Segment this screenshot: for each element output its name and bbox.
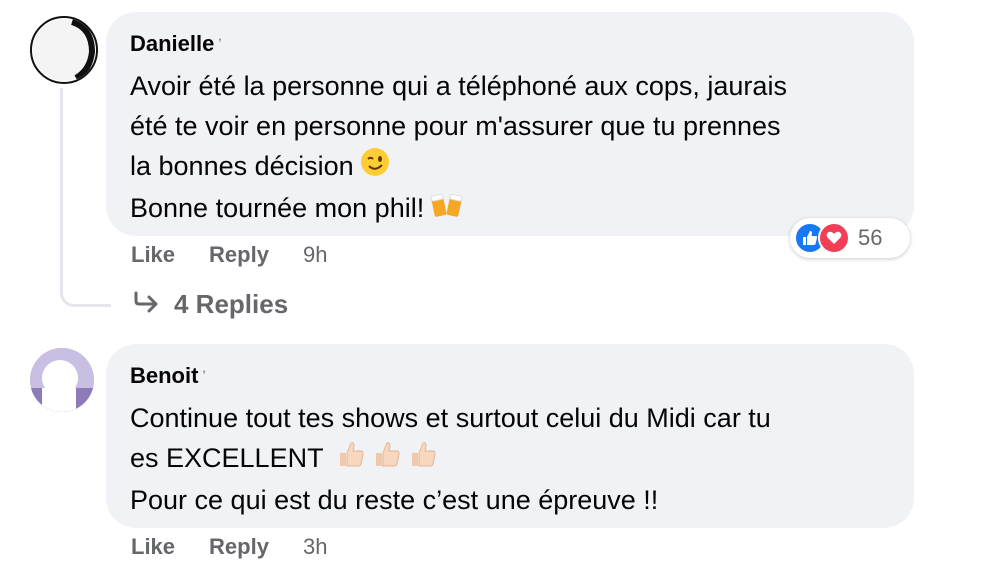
comment-line: Bonne tournée mon phil! [130, 188, 890, 230]
replies-count-label: 4 Replies [174, 289, 289, 319]
comment-actions: Like Reply 3h [131, 534, 327, 560]
thumbs-up-icon [408, 439, 438, 480]
comment-line: Pour ce qui est du reste c’est une épreu… [130, 485, 659, 516]
love-reaction-icon [818, 222, 850, 254]
avatar[interactable] [30, 16, 98, 84]
like-button[interactable]: Like [131, 242, 175, 268]
comment-timestamp[interactable]: 3h [303, 534, 327, 560]
view-replies-button[interactable]: 4 Replies [132, 289, 288, 320]
comment-line: été te voir en personne pour m'assurer q… [130, 111, 781, 141]
comment-line: la bonnes décision [130, 146, 890, 188]
comment-author[interactable]: Benoit ʼ [130, 362, 890, 390]
comment-bubble: Benoit ʼ Continue tout tes shows et surto… [106, 344, 914, 528]
comment-line: es EXCELLENT [130, 438, 890, 480]
thread-connector [60, 88, 111, 307]
reply-arrow-icon [132, 289, 160, 320]
comment-bubble: Danielle ʼ Avoir été la personne qui a té… [106, 12, 914, 236]
comment-line: Avoir été la personne qui a téléphoné au… [130, 71, 787, 101]
clinking-beer-mugs-icon [430, 190, 464, 231]
comment-line: Continue tout tes shows et surtout celui… [130, 403, 771, 433]
reply-button[interactable]: Reply [209, 242, 269, 268]
comment-text: Avoir été la personne qui a téléphoné au… [130, 66, 890, 231]
reaction-summary[interactable]: 56 [790, 218, 910, 258]
like-button[interactable]: Like [131, 534, 175, 560]
thumbs-up-icon [336, 439, 366, 480]
thumbs-up-icon [372, 439, 402, 480]
avatar-image [30, 348, 94, 412]
avatar[interactable] [30, 348, 94, 412]
comment-timestamp[interactable]: 9h [303, 242, 327, 268]
comment-actions: Like Reply 9h [131, 242, 327, 268]
reaction-count: 56 [858, 225, 883, 250]
comment-author[interactable]: Danielle ʼ [130, 30, 890, 58]
winking-face-icon [360, 147, 390, 188]
avatar-image [33, 19, 96, 81]
comment-text: Continue tout tes shows et surtout celui… [130, 398, 890, 520]
reply-button[interactable]: Reply [209, 534, 269, 560]
